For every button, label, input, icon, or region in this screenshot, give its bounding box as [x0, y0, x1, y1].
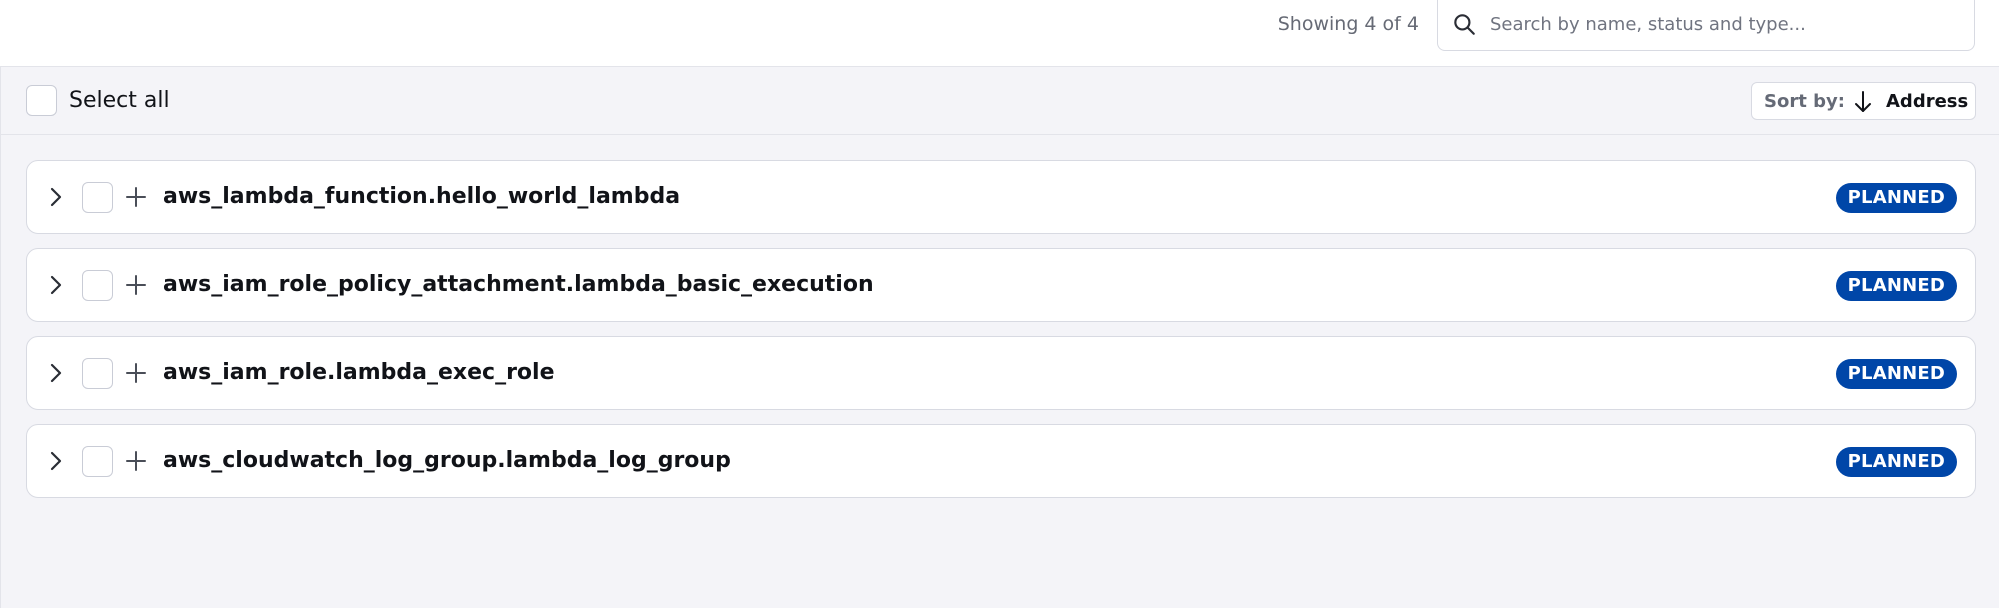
arrow-down-icon: [1855, 91, 1871, 112]
search-box[interactable]: [1437, 0, 1975, 51]
chevron-right-icon[interactable]: [45, 273, 67, 297]
plus-icon: [126, 187, 146, 207]
chevron-right-icon[interactable]: [45, 361, 67, 385]
resource-address: aws_iam_role_policy_attachment.lambda_ba…: [163, 272, 874, 297]
sort-prefix-label: Sort by:: [1764, 91, 1845, 112]
selection-bar: Select all Sort by: Address: [1, 67, 1999, 135]
chevron-right-icon[interactable]: [45, 449, 67, 473]
status-badge: PLANNED: [1835, 183, 1957, 213]
plus-icon: [126, 451, 146, 471]
resource-address: aws_cloudwatch_log_group.lambda_log_grou…: [163, 448, 731, 473]
row-checkbox[interactable]: [82, 270, 113, 301]
row-checkbox[interactable]: [82, 358, 113, 389]
resource-row[interactable]: aws_cloudwatch_log_group.lambda_log_grou…: [26, 424, 1976, 498]
resource-row[interactable]: aws_iam_role_policy_attachment.lambda_ba…: [26, 248, 1976, 322]
search-input[interactable]: [1488, 8, 1958, 40]
status-badge: PLANNED: [1835, 447, 1957, 477]
status-badge: PLANNED: [1835, 359, 1957, 389]
select-all-checkbox[interactable]: [26, 85, 57, 116]
resource-address: aws_iam_role.lambda_exec_role: [163, 360, 555, 385]
top-bar: Showing 4 of 4: [0, 0, 1999, 67]
resource-row[interactable]: aws_iam_role.lambda_exec_role PLANNED: [26, 336, 1976, 410]
resource-address: aws_lambda_function.hello_world_lambda: [163, 184, 681, 209]
chevron-right-icon[interactable]: [45, 185, 67, 209]
row-checkbox[interactable]: [82, 446, 113, 477]
resource-panel: Select all Sort by: Address aws_lambda_f…: [0, 67, 1999, 608]
sort-value: Address: [1886, 91, 1969, 112]
resource-row[interactable]: aws_lambda_function.hello_world_lambda P…: [26, 160, 1976, 234]
plus-icon: [126, 275, 146, 295]
status-badge: PLANNED: [1835, 271, 1957, 301]
sort-button[interactable]: Sort by: Address: [1751, 82, 1976, 120]
row-checkbox[interactable]: [82, 182, 113, 213]
result-count: Showing 4 of 4: [1277, 13, 1419, 35]
plus-icon: [126, 363, 146, 383]
search-icon: [1454, 14, 1475, 35]
select-all-label[interactable]: Select all: [69, 88, 170, 114]
